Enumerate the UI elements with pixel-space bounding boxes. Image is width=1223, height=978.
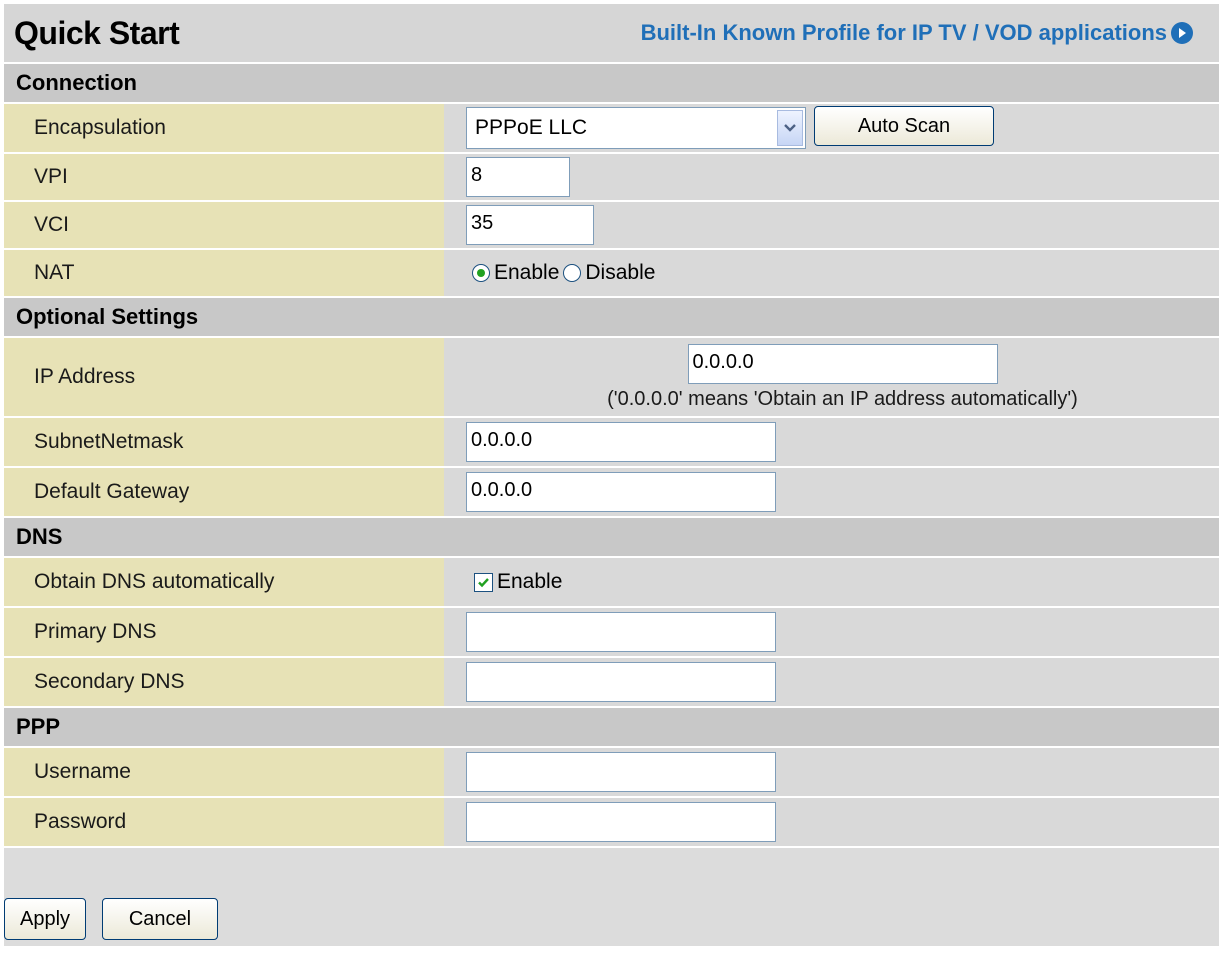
obtain-dns-checkbox[interactable]: [474, 572, 493, 592]
quick-start-page: Quick Start Built-In Known Profile for I…: [4, 4, 1219, 946]
section-optional-settings: Optional Settings: [4, 298, 1219, 338]
obtain-dns-value: Enable: [444, 558, 1219, 606]
nat-enable-radio[interactable]: [472, 264, 490, 282]
row-secondary-dns: Secondary DNS: [4, 658, 1219, 708]
primary-dns-value: [444, 608, 1219, 656]
password-label: Password: [4, 798, 444, 846]
encapsulation-label: Encapsulation: [4, 104, 444, 152]
username-input[interactable]: [466, 752, 776, 792]
ip-address-hint: ('0.0.0.0' means 'Obtain an IP address a…: [607, 387, 1078, 410]
nat-disable-option[interactable]: Disable: [563, 261, 655, 285]
form-actions: Apply Cancel: [4, 886, 1219, 946]
vci-value: 35: [444, 202, 1219, 248]
section-ppp: PPP: [4, 708, 1219, 748]
encapsulation-select[interactable]: PPPoE LLC: [466, 107, 806, 149]
arrow-circle-icon: [1171, 22, 1193, 44]
cancel-button[interactable]: Cancel: [102, 898, 218, 940]
obtain-dns-enable-label: Enable: [497, 570, 563, 593]
checkmark-icon: [478, 577, 489, 587]
row-nat: NAT Enable Disable: [4, 250, 1219, 298]
encapsulation-selected-value: PPPoE LLC: [475, 116, 588, 139]
auto-scan-button[interactable]: Auto Scan: [814, 106, 994, 146]
encapsulation-value: PPPoE LLC Auto Scan: [444, 104, 1219, 152]
nat-enable-option[interactable]: Enable: [472, 261, 559, 285]
row-primary-dns: Primary DNS: [4, 608, 1219, 658]
secondary-dns-input[interactable]: [466, 662, 776, 702]
subnet-mask-value: 0.0.0.0: [444, 418, 1219, 466]
default-gateway-label: Default Gateway: [4, 468, 444, 516]
vci-label: VCI: [4, 202, 444, 248]
password-value: [444, 798, 1219, 846]
username-value: [444, 748, 1219, 796]
apply-button[interactable]: Apply: [4, 898, 86, 940]
default-gateway-value: 0.0.0.0: [444, 468, 1219, 516]
primary-dns-label: Primary DNS: [4, 608, 444, 656]
row-subnet-mask: SubnetNetmask 0.0.0.0: [4, 418, 1219, 468]
page-title: Quick Start: [14, 14, 180, 51]
vci-input[interactable]: 35: [466, 205, 594, 245]
chevron-down-icon[interactable]: [777, 110, 803, 146]
row-password: Password: [4, 798, 1219, 848]
row-username: Username: [4, 748, 1219, 798]
profile-link-label: Built-In Known Profile for IP TV / VOD a…: [640, 20, 1167, 45]
iptv-profile-link[interactable]: Built-In Known Profile for IP TV / VOD a…: [641, 20, 1193, 46]
row-vci: VCI 35: [4, 202, 1219, 250]
secondary-dns-label: Secondary DNS: [4, 658, 444, 706]
vpi-value: 8: [444, 154, 1219, 200]
nat-disable-radio[interactable]: [563, 264, 582, 282]
subnet-mask-input[interactable]: 0.0.0.0: [466, 422, 776, 462]
section-connection: Connection: [4, 64, 1219, 104]
nat-disable-label: Disable: [585, 261, 656, 284]
vpi-input[interactable]: 8: [466, 157, 570, 197]
row-obtain-dns: Obtain DNS automatically Enable: [4, 558, 1219, 608]
obtain-dns-option[interactable]: Enable: [466, 570, 562, 594]
row-default-gateway: Default Gateway 0.0.0.0: [4, 468, 1219, 518]
subnet-mask-label: SubnetNetmask: [4, 418, 444, 466]
nat-value: Enable Disable: [444, 250, 1219, 296]
secondary-dns-value: [444, 658, 1219, 706]
ip-address-input[interactable]: 0.0.0.0: [687, 343, 998, 384]
row-vpi: VPI 8: [4, 154, 1219, 202]
section-dns: DNS: [4, 518, 1219, 558]
ip-address-value: 0.0.0.0 ('0.0.0.0' means 'Obtain an IP a…: [444, 338, 1219, 416]
row-ip-address: IP Address 0.0.0.0 ('0.0.0.0' means 'Obt…: [4, 338, 1219, 418]
obtain-dns-label: Obtain DNS automatically: [4, 558, 444, 606]
footer-spacer: [4, 848, 1219, 886]
vpi-label: VPI: [4, 154, 444, 200]
nat-label: NAT: [4, 250, 444, 296]
username-label: Username: [4, 748, 444, 796]
ip-address-label: IP Address: [4, 338, 444, 416]
nat-enable-label: Enable: [494, 261, 560, 284]
page-header: Quick Start Built-In Known Profile for I…: [4, 4, 1219, 64]
password-input[interactable]: [466, 802, 776, 842]
primary-dns-input[interactable]: [466, 612, 776, 652]
default-gateway-input[interactable]: 0.0.0.0: [466, 472, 776, 512]
row-encapsulation: Encapsulation PPPoE LLC Auto Scan: [4, 104, 1219, 154]
